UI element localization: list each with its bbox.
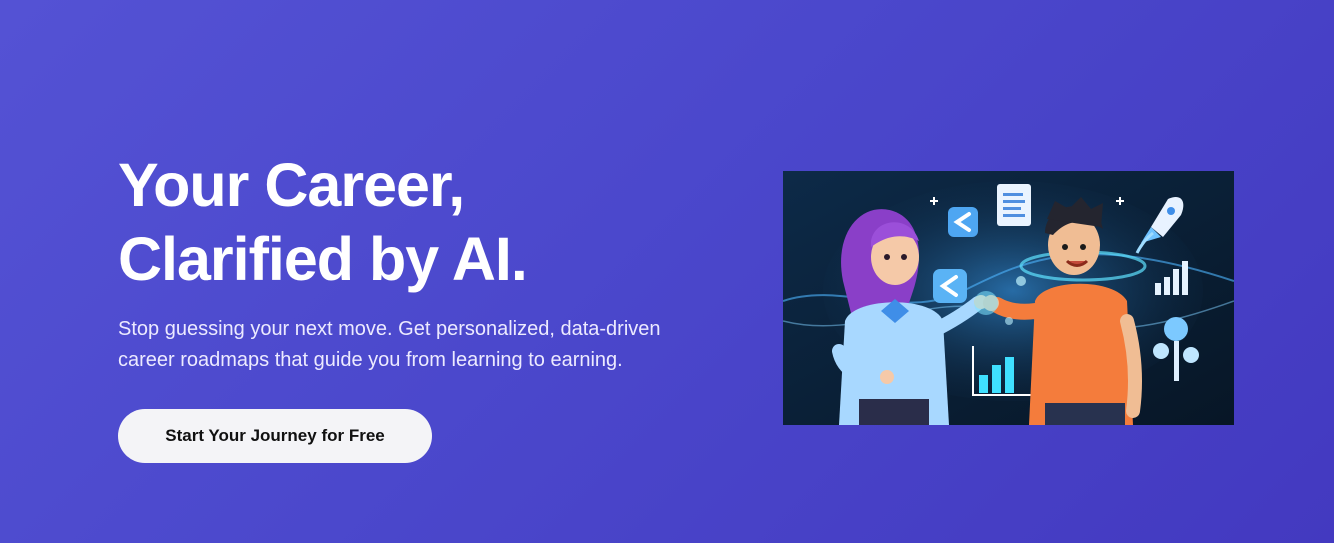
- hero-subtitle: Stop guessing your next move. Get person…: [118, 318, 661, 371]
- hero-illustration: [783, 171, 1234, 425]
- hero-title-line-2: Clarified by AI.: [118, 225, 528, 293]
- start-journey-button[interactable]: Start Your Journey for Free: [118, 409, 432, 463]
- hero-copy: Your Career, Clarified by AI. Stop guess…: [118, 148, 738, 376]
- hero-title: Your Career, Clarified by AI.: [118, 148, 738, 296]
- career-illustration-image: [783, 171, 1234, 425]
- document-icon: [997, 184, 1031, 226]
- hero-section: Your Career, Clarified by AI. Stop guess…: [0, 0, 1334, 543]
- hero-title-line-1: Your Career,: [118, 151, 465, 219]
